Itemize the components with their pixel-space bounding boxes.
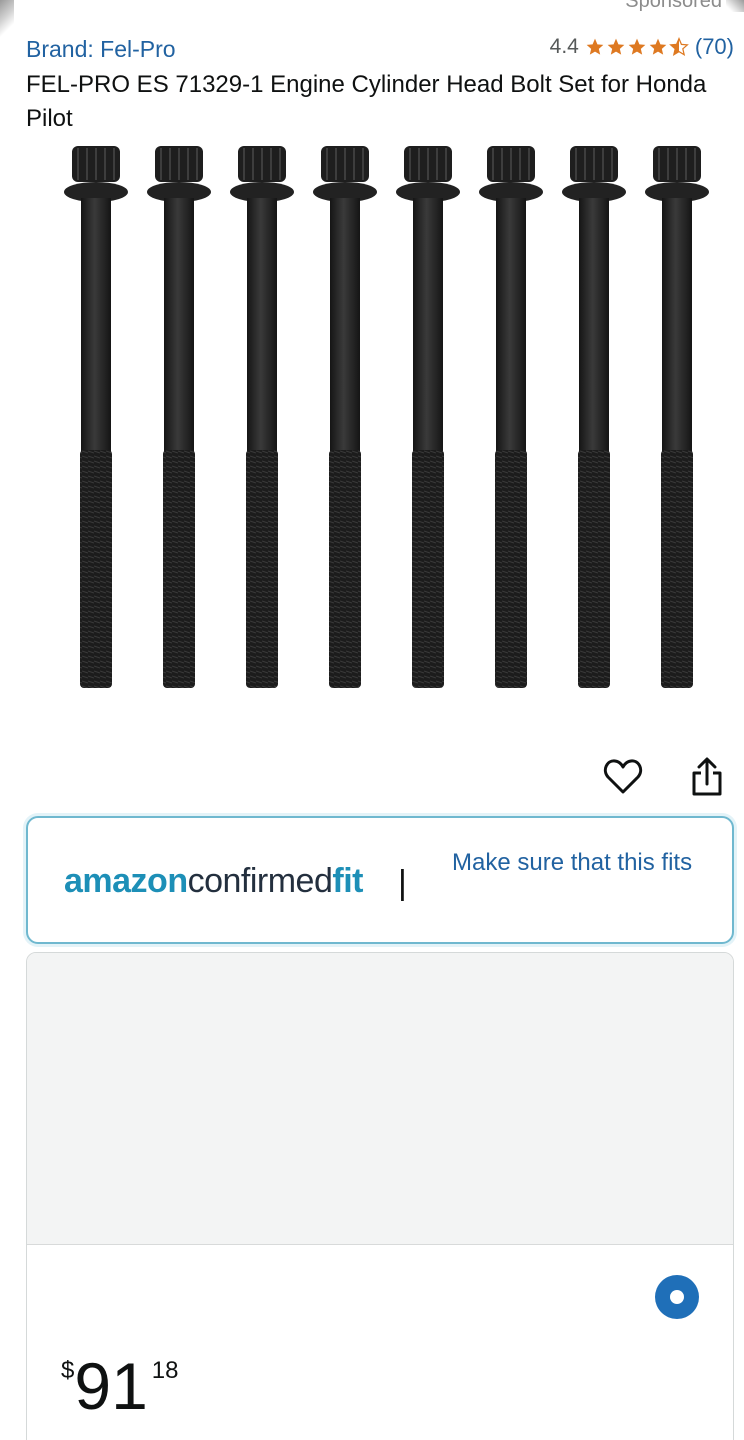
vehicle-option-card[interactable]: $ 91 18 [26, 952, 734, 1440]
star-icon [628, 38, 646, 55]
rating-value: 4.4 [549, 35, 579, 58]
confirmed-fit-banner[interactable]: amazonconfirmedfit | Make sure that this… [26, 816, 734, 944]
product-actions [602, 755, 728, 799]
radio-dot [670, 1290, 684, 1304]
check-fit-link[interactable]: Make sure that this fits [452, 844, 712, 882]
star-icon [649, 38, 667, 55]
option-radio-selected[interactable] [655, 1275, 699, 1319]
bolt [479, 146, 543, 688]
fit-divider: | [398, 864, 407, 902]
share-icon [692, 757, 722, 796]
price: $ 91 18 [61, 1351, 178, 1421]
price-whole: 91 [74, 1349, 148, 1423]
amazon-confirmed-fit-logo: amazonconfirmedfit [64, 862, 363, 900]
rating-summary[interactable]: 4.4 (70) [550, 34, 734, 60]
sponsored-label: Sponsored [625, 0, 722, 12]
star-rating [585, 37, 689, 57]
bolt [645, 146, 709, 688]
half-star-icon [669, 37, 689, 56]
review-count: (70) [694, 34, 734, 59]
screen-corner-shadow-right [726, 0, 744, 12]
bolt [147, 146, 211, 688]
bolt [313, 146, 377, 688]
brand-link[interactable]: Brand: Fel-Pro [26, 36, 176, 63]
bolt [230, 146, 294, 688]
star-icon [607, 38, 625, 55]
bolt [396, 146, 460, 688]
wishlist-button[interactable] [602, 755, 644, 799]
vehicle-image-area [27, 953, 733, 1245]
bolt [562, 146, 626, 688]
star-icon [586, 38, 604, 55]
bolt-set-product-image[interactable] [40, 140, 720, 700]
heart-icon [603, 759, 643, 794]
price-symbol: $ [61, 1357, 75, 1384]
screen-corner-shadow [0, 0, 14, 40]
share-button[interactable] [686, 755, 728, 799]
price-fraction: 18 [151, 1357, 179, 1384]
product-title[interactable]: FEL-PRO ES 71329-1 Engine Cylinder Head … [26, 68, 716, 136]
bolt [64, 146, 128, 688]
